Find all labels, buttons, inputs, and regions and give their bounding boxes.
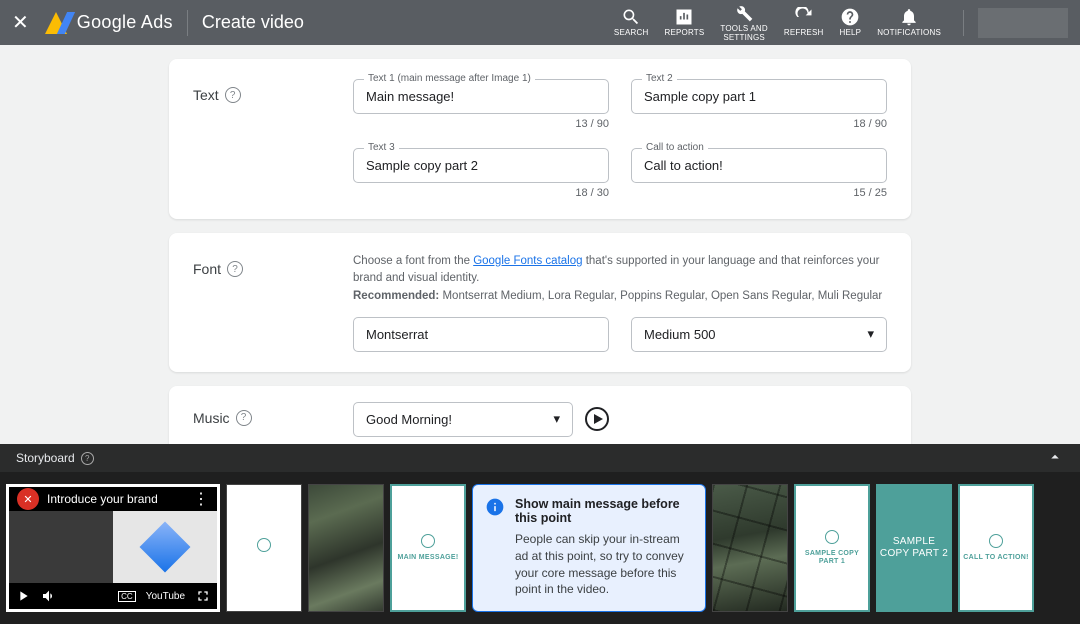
play-music-button[interactable] [585,407,609,431]
text2-label: Text 2 [642,73,677,84]
close-icon[interactable]: ✕ [12,10,29,35]
help-icon[interactable]: ? [227,261,243,277]
help-icon [840,7,860,27]
storyboard-label: Storyboard [16,451,75,465]
volume-icon[interactable] [41,588,57,604]
brand-text: Google Ads [77,12,173,33]
text2-input[interactable] [644,89,874,104]
search-icon [621,7,641,27]
video-title: Introduce your brand [47,492,158,506]
google-ads-logo-icon [45,12,67,34]
account-chip[interactable] [978,8,1068,38]
font-card: Font ? Choose a font from the Google Fon… [169,233,911,372]
text3-label: Text 3 [364,142,399,153]
text1-input[interactable] [366,89,596,104]
knot-icon [257,538,271,552]
text3-counter: 18 / 30 [353,187,609,199]
app-header: ✕ Google Ads Create video SEARCH REPORTS… [0,0,1080,45]
storyboard-panel: Storyboard ? ✕ Introduce your brand ⋮ CC… [0,444,1080,624]
fullscreen-icon[interactable] [195,588,211,604]
chevron-down-icon: ▾ [867,326,874,342]
help-button[interactable]: HELP [840,7,862,38]
notifications-button[interactable]: NOTIFICATIONS [877,7,941,38]
help-icon[interactable]: ? [225,87,241,103]
text1-input-wrapper[interactable]: Text 1 (main message after Image 1) [353,79,609,114]
youtube-label[interactable]: YouTube [146,591,185,602]
thumb-text: MAIN MESSAGE! [397,554,458,562]
font-family-input-wrapper[interactable] [353,317,609,352]
header-divider [187,10,188,36]
cta-counter: 15 / 25 [631,187,887,199]
storyboard-thumb-cp1[interactable]: SAMPLE COPY PART 1 [794,484,870,612]
storyboard-thumb-cp2[interactable]: SAMPLE COPY PART 2 [876,484,952,612]
cta-input-wrapper[interactable]: Call to action [631,148,887,183]
bell-icon [899,7,919,27]
search-button[interactable]: SEARCH [614,7,649,38]
help-icon[interactable]: ? [81,452,94,465]
music-card: Music ? Good Morning! ▾ [169,386,911,453]
text2-input-wrapper[interactable]: Text 2 [631,79,887,114]
video-preview-thumb[interactable]: ✕ Introduce your brand ⋮ CC YouTube [6,484,220,612]
text3-input-wrapper[interactable]: Text 3 [353,148,609,183]
thumb-text: CALL TO ACTION! [963,554,1028,562]
music-select[interactable]: Good Morning! ▾ [353,402,573,437]
storyboard-thumb-image2[interactable] [712,484,788,612]
tools-settings-button[interactable]: TOOLS AND SETTINGS [720,3,767,43]
storyboard-thumb-mainmsg[interactable]: MAIN MESSAGE! [390,484,466,612]
thumb-text: SAMPLE COPY PART 2 [878,536,950,560]
text2-counter: 18 / 90 [631,118,887,130]
text1-counter: 13 / 90 [353,118,609,130]
help-icon[interactable]: ? [236,410,252,426]
chevron-up-icon [1046,448,1064,466]
knot-icon [989,534,1003,548]
text3-input[interactable] [366,158,596,173]
more-icon[interactable]: ⋮ [193,489,209,509]
cube-logo-icon [140,522,191,573]
brand-badge-icon: ✕ [17,488,39,510]
wrench-icon [734,3,754,23]
storyboard-thumb-logo[interactable] [226,484,302,612]
cc-icon[interactable]: CC [118,591,136,602]
info-body: People can skip your in-stream ad at thi… [515,531,693,598]
header-divider-2 [963,10,964,36]
cta-input[interactable] [644,158,874,173]
page-title: Create video [202,12,304,33]
collapse-storyboard-button[interactable] [1046,448,1064,469]
refresh-button[interactable]: REFRESH [784,7,824,38]
knot-icon [421,534,435,548]
cta-label: Call to action [642,142,708,153]
font-section-label: Font [193,261,221,277]
music-section-label: Music [193,410,230,426]
main-content: Text ? Text 1 (main message after Image … [0,45,1080,506]
text1-label: Text 1 (main message after Image 1) [364,73,535,84]
knot-icon [825,530,839,544]
thumb-text: SAMPLE COPY PART 1 [805,550,859,567]
google-fonts-link[interactable]: Google Fonts catalog [473,255,582,267]
reports-button[interactable]: REPORTS [664,7,704,38]
chevron-down-icon: ▾ [553,411,560,427]
storyboard-thumb-cta[interactable]: CALL TO ACTION! [958,484,1034,612]
storyboard-thumb-image1[interactable] [308,484,384,612]
font-family-input[interactable] [366,327,596,342]
text-section-label: Text [193,87,219,103]
info-title: Show main message before this point [515,497,693,525]
font-weight-select[interactable]: Medium 500 ▾ [631,317,887,352]
skip-point-info: Show main message before this point Peop… [472,484,706,612]
play-icon[interactable] [15,588,31,604]
text-card: Text ? Text 1 (main message after Image … [169,59,911,219]
font-help-text: Choose a font from the Google Fonts cata… [353,253,887,305]
info-icon [485,497,505,517]
refresh-icon [794,7,814,27]
reports-icon [674,7,694,27]
